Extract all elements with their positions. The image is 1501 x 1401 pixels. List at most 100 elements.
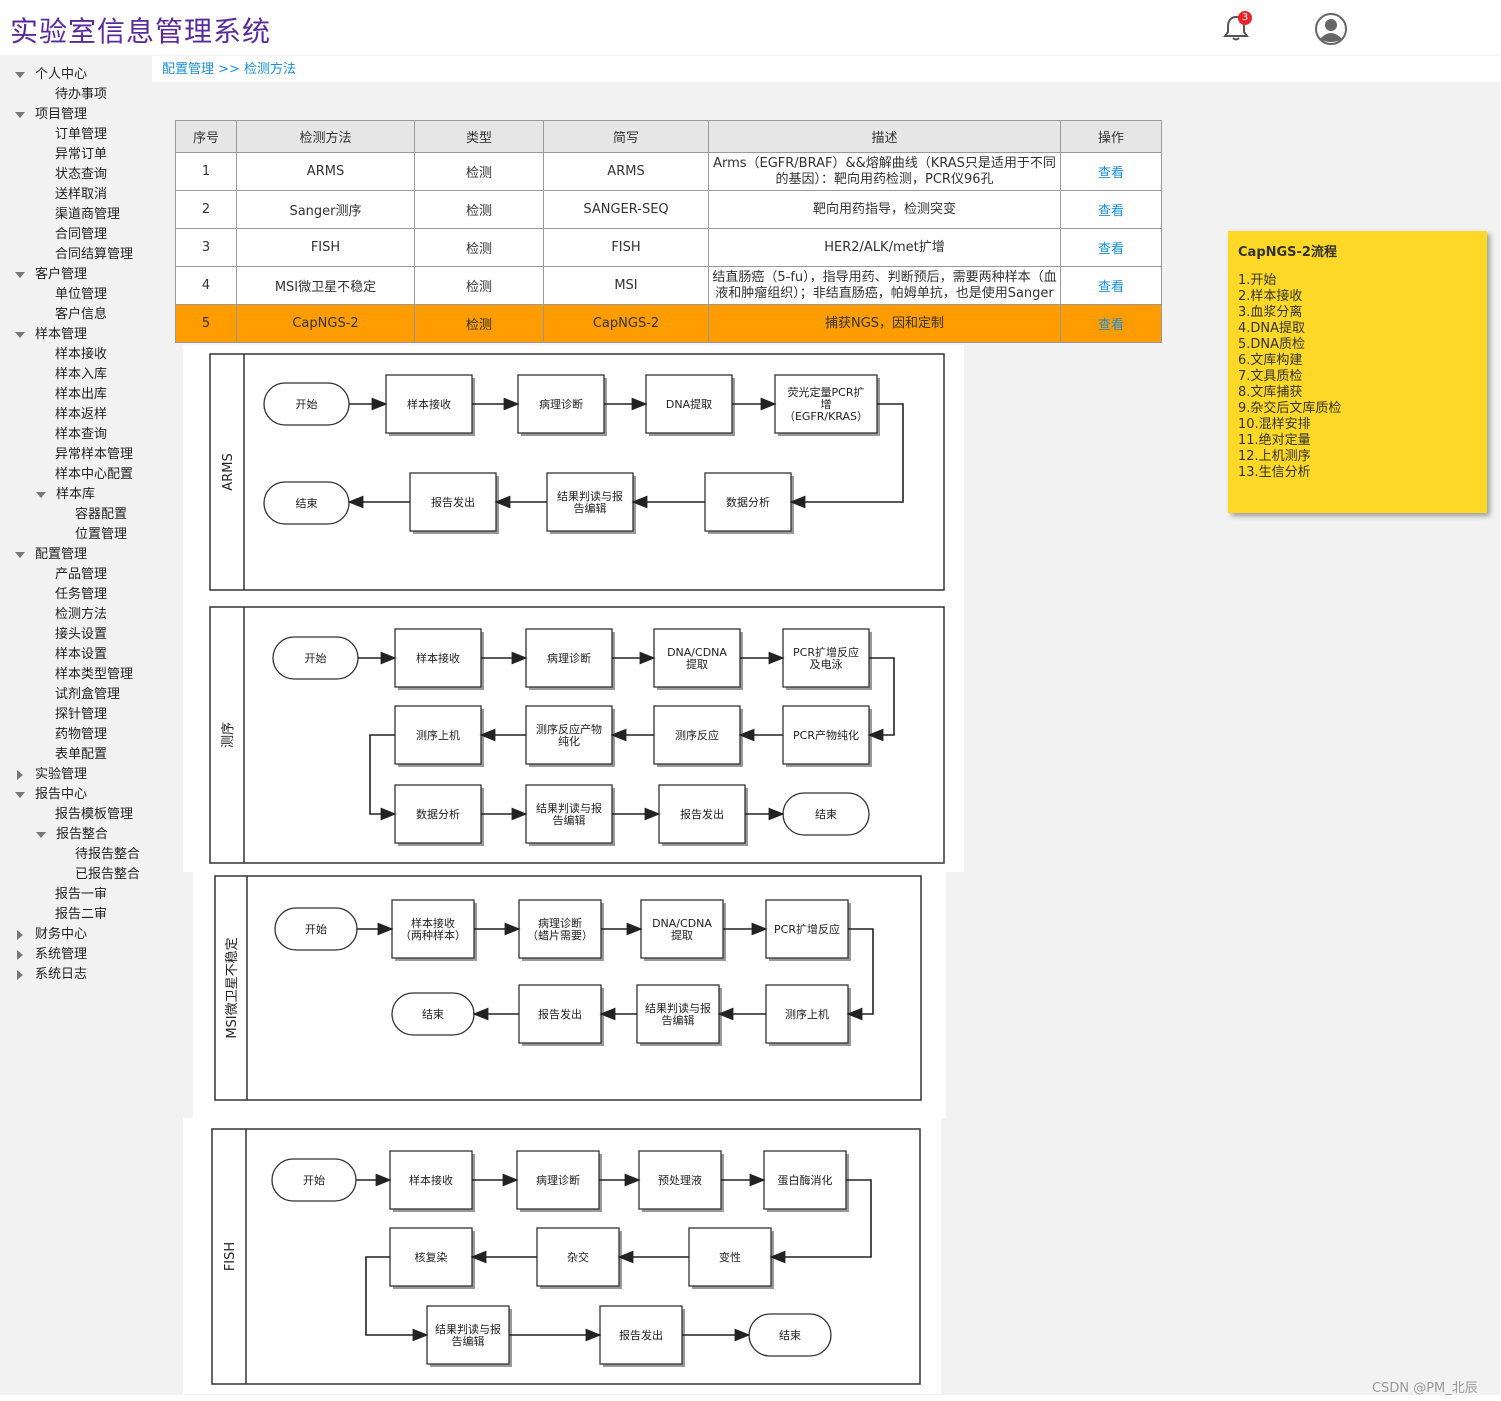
caret-down-icon[interactable] xyxy=(15,271,25,278)
sidebar-item[interactable]: 容器配置 xyxy=(75,505,127,525)
cell-action: 查看 xyxy=(1060,304,1162,343)
sidebar-item[interactable]: 项目管理 xyxy=(15,105,87,125)
cell-no: 2 xyxy=(175,190,237,229)
swimlane-label: FISH xyxy=(223,1242,238,1271)
view-link[interactable]: 查看 xyxy=(1098,318,1124,333)
caret-down-icon[interactable] xyxy=(15,551,25,558)
sidebar-item[interactable]: 合同结算管理 xyxy=(55,245,133,265)
sidebar-item[interactable]: 单位管理 xyxy=(55,285,107,305)
sidebar-item[interactable]: 样本查询 xyxy=(55,425,107,445)
caret-down-icon[interactable] xyxy=(15,791,25,798)
sidebar-item[interactable]: 试剂盒管理 xyxy=(55,685,120,705)
cell-type: 检测 xyxy=(414,266,544,305)
sidebar-item[interactable]: 待报告整合 xyxy=(75,845,140,865)
caret-down-icon[interactable] xyxy=(36,491,46,498)
breadcrumb[interactable]: 配置管理 >> 检测方法 xyxy=(152,56,1500,82)
sidebar-item[interactable]: 订单管理 xyxy=(55,125,107,145)
caret-right-icon[interactable] xyxy=(17,769,23,780)
sidebar-item[interactable]: 报告中心 xyxy=(15,785,87,805)
sidebar-item[interactable]: 样本库 xyxy=(36,485,95,505)
sidebar-item[interactable]: 样本返样 xyxy=(55,405,107,425)
cell-abbr: MSI xyxy=(543,266,709,305)
caret-down-icon[interactable] xyxy=(15,71,25,78)
sidebar-item[interactable]: 财务中心 xyxy=(15,925,87,945)
flow-node-label: 病理诊断 xyxy=(539,397,583,411)
sidebar-item[interactable]: 样本入库 xyxy=(55,365,107,385)
sidebar-item[interactable]: 表单配置 xyxy=(55,745,107,765)
sidebar-item[interactable]: 探针管理 xyxy=(55,705,107,725)
sidebar-item[interactable]: 客户管理 xyxy=(15,265,87,285)
caret-right-icon[interactable] xyxy=(17,929,23,940)
sidebar-item[interactable]: 送样取消 xyxy=(55,185,107,205)
caret-down-icon[interactable] xyxy=(15,331,25,338)
caret-right-icon[interactable] xyxy=(17,969,23,980)
sidebar-item[interactable]: 样本设置 xyxy=(55,645,107,665)
caret-right-icon[interactable] xyxy=(17,949,23,960)
sidebar-item[interactable]: 接头设置 xyxy=(55,625,107,645)
sidebar-item[interactable]: 样本接收 xyxy=(55,345,107,365)
sidebar-item[interactable]: 渠道商管理 xyxy=(55,205,120,225)
flow-node-label: 核复染 xyxy=(415,1250,448,1264)
sidebar-item[interactable]: 配置管理 xyxy=(15,545,87,565)
sidebar-item[interactable]: 样本管理 xyxy=(15,325,87,345)
view-link[interactable]: 查看 xyxy=(1098,204,1124,219)
sidebar-item[interactable]: 产品管理 xyxy=(55,565,107,585)
table-header-row: 序号 检测方法 类型 简写 描述 操作 xyxy=(175,120,1162,153)
view-link[interactable]: 查看 xyxy=(1098,242,1124,257)
sidebar-item[interactable]: 报告整合 xyxy=(36,825,108,845)
sidebar-item-label: 产品管理 xyxy=(55,567,108,582)
sidebar-item[interactable]: 客户信息 xyxy=(55,305,107,325)
caret-down-icon[interactable] xyxy=(36,831,46,838)
sidebar-item[interactable]: 已报告整合 xyxy=(75,865,140,885)
sidebar-item[interactable]: 样本出库 xyxy=(55,385,107,405)
sidebar-item[interactable]: 报告一审 xyxy=(55,885,107,905)
sidebar-item[interactable]: 样本中心配置 xyxy=(55,465,133,485)
watermark: CSDN @PM_北辰 xyxy=(1372,1381,1478,1396)
table-row: 3 FISH 检测 FISH HER2/ALK/met扩增 查看 xyxy=(175,228,1162,267)
sidebar-item-label: 检测方法 xyxy=(55,607,108,622)
sidebar-item-label: 项目管理 xyxy=(35,107,88,122)
view-link[interactable]: 查看 xyxy=(1098,166,1124,181)
sidebar-item[interactable]: 待办事项 xyxy=(55,85,107,105)
sidebar-item[interactable]: 合同管理 xyxy=(55,225,107,245)
sidebar-item[interactable]: 实验管理 xyxy=(15,765,87,785)
sidebar-item-label: 样本中心配置 xyxy=(55,467,134,482)
note-step: 12.上机测序 xyxy=(1238,449,1311,464)
sidebar-item[interactable]: 状态查询 xyxy=(55,165,107,185)
sidebar-item-label: 报告一审 xyxy=(55,887,108,902)
flow-node-label: 结束 xyxy=(422,1008,444,1021)
sidebar-item[interactable]: 样本类型管理 xyxy=(55,665,133,685)
sidebar-item[interactable]: 检测方法 xyxy=(55,605,107,625)
flow-node-label: 病理诊断 xyxy=(536,1173,580,1187)
sidebar-item[interactable]: 报告模板管理 xyxy=(55,805,133,825)
cell-action: 查看 xyxy=(1060,266,1162,305)
cell-method: Sanger测序 xyxy=(236,190,415,229)
sidebar-item[interactable]: 系统日志 xyxy=(15,965,87,985)
sidebar-item[interactable]: 报告二审 xyxy=(55,905,107,925)
sidebar-item[interactable]: 异常订单 xyxy=(55,145,107,165)
sidebar-item-label: 样本库 xyxy=(56,487,96,502)
cell-desc: 靶向用药指导，检测突变 xyxy=(708,190,1061,229)
sidebar-item[interactable]: 任务管理 xyxy=(55,585,107,605)
cell-abbr: FISH xyxy=(543,228,709,267)
view-link[interactable]: 查看 xyxy=(1098,280,1124,295)
sidebar-item-label: 药物管理 xyxy=(55,727,108,742)
cell-desc: 捕获NGS，因和定制 xyxy=(708,304,1061,343)
cell-no: 5 xyxy=(175,304,237,343)
sidebar-item[interactable]: 药物管理 xyxy=(55,725,107,745)
flow-node-label: 开始 xyxy=(305,651,327,665)
sidebar-item[interactable]: 异常样本管理 xyxy=(55,445,133,465)
note-step: 6.文库构建 xyxy=(1238,353,1303,368)
sidebar-item[interactable]: 个人中心 xyxy=(15,65,87,85)
sidebar-item[interactable]: 系统管理 xyxy=(15,945,87,965)
flow-node-label: 样本接收 xyxy=(409,1173,453,1187)
sidebar-item[interactable]: 位置管理 xyxy=(75,525,127,545)
caret-down-icon[interactable] xyxy=(15,111,25,118)
cell-action: 查看 xyxy=(1060,152,1162,191)
flow-node-label: 测序反应 xyxy=(675,728,719,742)
table-row: 1 ARMS 检测 ARMS Arms（EGFR/BRAF）&&熔解曲线（KRAS只是适… xyxy=(175,152,1162,191)
user-avatar-icon[interactable] xyxy=(1315,13,1347,45)
flow-node-label: 开始 xyxy=(296,397,318,411)
note-step: 9.杂交后文库质检 xyxy=(1238,401,1342,416)
col-header-no: 序号 xyxy=(175,120,237,153)
